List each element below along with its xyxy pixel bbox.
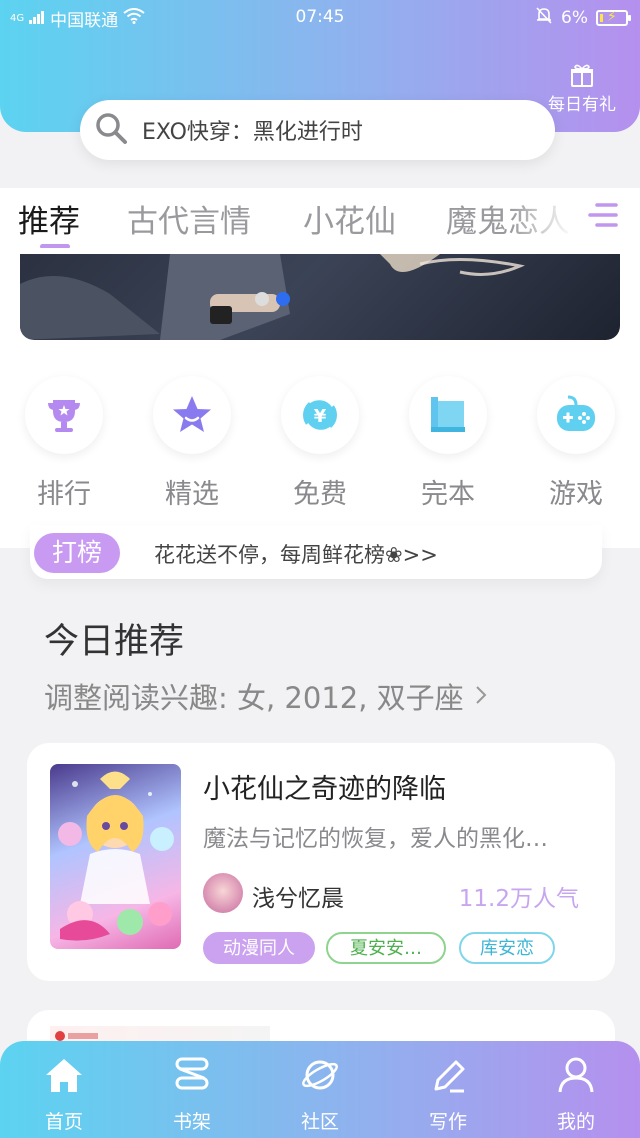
category-free[interactable]: ¥ 免费 <box>278 376 362 511</box>
search-input[interactable]: EXO快穿：黑化进行时 <box>80 100 555 160</box>
app-page: 4G 中国联通 07:45 6% ⚡ 每日有礼 EXO快穿：黑化进行时 推荐 古… <box>0 0 640 1138</box>
author-avatar[interactable] <box>203 873 243 913</box>
nav-profile[interactable]: 我的 <box>536 1053 616 1134</box>
bottom-navigation: 首页 书架 社区 写作 我的 <box>0 1041 640 1138</box>
trophy-icon <box>25 376 103 454</box>
tag-anime-fanfic[interactable]: 动漫同人 <box>203 932 315 964</box>
svg-text:¥: ¥ <box>314 406 327 427</box>
nav-write[interactable]: 写作 <box>408 1053 488 1134</box>
pen-icon <box>408 1053 488 1097</box>
tabs-fade <box>510 188 600 248</box>
tab-recommend[interactable]: 推荐 <box>18 196 80 241</box>
promo-text: 花花送不停，每周鲜花榜❀>> <box>154 543 438 567</box>
nav-label: 首页 <box>44 1111 83 1133</box>
gift-icon <box>542 62 622 90</box>
category-label: 排行 <box>37 479 91 510</box>
chevron-right-icon <box>474 679 488 713</box>
category-label: 游戏 <box>549 479 603 510</box>
section-title: 今日推荐 <box>44 622 185 662</box>
battery-percent: 6% <box>561 7 588 28</box>
category-label: 免费 <box>293 479 347 510</box>
star-icon <box>153 376 231 454</box>
tab-ancient-romance[interactable]: 古代言情 <box>127 196 251 241</box>
tag-xia-anan[interactable]: 夏安安… <box>326 932 446 964</box>
book-description: 魔法与记忆的恢复，爱人的黑化… <box>203 826 548 852</box>
banner-dot-active <box>276 292 290 306</box>
category-ranking[interactable]: 排行 <box>22 376 106 511</box>
category-label: 完本 <box>421 479 475 510</box>
category-games[interactable]: 游戏 <box>534 376 618 511</box>
user-icon <box>536 1053 616 1097</box>
nav-home[interactable]: 首页 <box>24 1053 104 1134</box>
home-icon <box>24 1053 104 1097</box>
status-bar: 4G 中国联通 07:45 6% ⚡ <box>0 0 640 36</box>
search-placeholder: EXO快穿：黑化进行时 <box>142 120 363 145</box>
nav-label: 写作 <box>428 1111 467 1133</box>
status-right: 6% ⚡ <box>535 6 631 29</box>
tab-xiaohuaxian[interactable]: 小花仙 <box>303 196 396 241</box>
category-completed[interactable]: 完本 <box>406 376 490 511</box>
banner-carousel[interactable] <box>20 254 620 340</box>
daily-gift-label: 每日有礼 <box>548 95 616 115</box>
promo-badge: 打榜 <box>34 533 120 573</box>
gamepad-icon <box>537 376 615 454</box>
nav-bookshelf[interactable]: 书架 <box>152 1053 232 1134</box>
yen-icon: ¥ <box>281 376 359 454</box>
popularity-count: 11.2万人气 <box>458 886 579 912</box>
promo-banner[interactable]: 打榜 花花送不停，每周鲜花榜❀>> <box>30 525 602 579</box>
search-icon <box>94 111 128 149</box>
tab-menu-icon[interactable] <box>588 200 622 234</box>
nav-label: 书架 <box>172 1111 211 1133</box>
category-label: 精选 <box>165 479 219 510</box>
nav-label: 我的 <box>556 1111 595 1133</box>
banner-dot <box>255 292 269 306</box>
book-cover-image <box>50 764 181 949</box>
featured-book-card[interactable]: 小花仙之奇迹的降临 魔法与记忆的恢复，爱人的黑化… 浅兮忆晨 11.2万人气 动… <box>27 743 615 981</box>
category-tabs: 推荐 古代言情 小花仙 魔鬼恋人 <box>0 188 640 249</box>
planet-icon <box>280 1053 360 1097</box>
bookshelf-icon <box>152 1053 232 1097</box>
book-icon <box>409 376 487 454</box>
nav-community[interactable]: 社区 <box>280 1053 360 1134</box>
book-title: 小花仙之奇迹的降临 <box>203 774 446 805</box>
adjust-interest-link[interactable]: 调整阅读兴趣: 女, 2012, 双子座 <box>44 675 488 717</box>
adjust-interest-text: 调整阅读兴趣: 女, 2012, 双子座 <box>44 681 464 715</box>
author-name[interactable]: 浅兮忆晨 <box>252 879 344 913</box>
mute-bell-icon <box>535 6 553 29</box>
tag-kuan-lian[interactable]: 库安恋 <box>459 932 555 964</box>
banner-image <box>20 254 525 340</box>
nav-label: 社区 <box>300 1111 339 1133</box>
battery-icon: ⚡ <box>596 9 631 26</box>
category-featured[interactable]: 精选 <box>150 376 234 511</box>
daily-gift-button[interactable]: 每日有礼 <box>542 62 622 115</box>
